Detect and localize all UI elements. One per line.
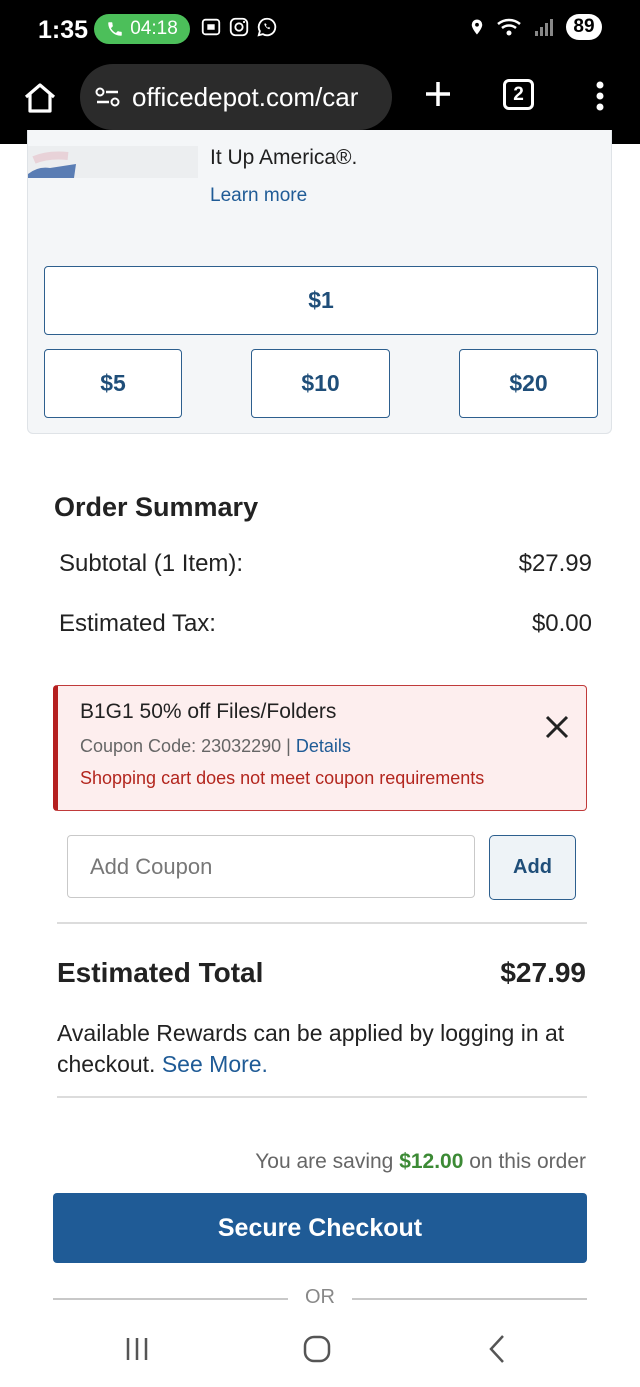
new-tab-icon[interactable] — [418, 74, 458, 114]
url-text: officedepot.com/car — [132, 81, 359, 112]
saving-amount: $12.00 — [399, 1150, 464, 1173]
phone-icon — [108, 22, 122, 36]
coupon-input[interactable] — [67, 835, 475, 898]
tax-value: $0.00 — [531, 610, 592, 637]
battery-indicator: 89 — [566, 14, 602, 40]
or-separator: OR — [53, 1286, 587, 1310]
coupon-details-link[interactable]: Details — [296, 736, 351, 756]
coupon-error-alert: B1G1 50% off Files/Folders Coupon Code: … — [53, 685, 587, 811]
rewards-note: Available Rewards can be applied by logg… — [57, 1018, 587, 1080]
see-more-link[interactable]: See More. — [162, 1051, 268, 1077]
donation-card: It Up America®. Learn more $1 $5 $10 $20 — [27, 130, 612, 434]
divider — [57, 1096, 587, 1098]
wifi-icon — [497, 18, 521, 36]
estimated-total-label: Estimated Total — [57, 957, 264, 988]
site-settings-icon[interactable] — [94, 85, 122, 109]
back-icon[interactable] — [483, 1332, 513, 1366]
home-icon[interactable] — [22, 80, 58, 116]
close-icon[interactable] — [542, 712, 572, 742]
coupon-code: Coupon Code: 23032290 | Details — [80, 736, 351, 757]
saving-suffix: on this order — [463, 1150, 586, 1173]
subtotal-value: $27.99 — [518, 550, 592, 577]
status-time: 1:35 — [38, 16, 89, 44]
or-line-right — [352, 1298, 587, 1300]
more-menu-icon[interactable] — [585, 76, 615, 116]
subtotal-label: Subtotal (1 Item): — [59, 550, 244, 577]
notification-icons — [200, 16, 278, 38]
donate-1-button[interactable]: $1 — [44, 266, 598, 335]
savings-note: You are saving $12.00 on this order — [255, 1150, 586, 1174]
instagram-icon — [229, 17, 249, 37]
estimated-total-value: $27.99 — [500, 957, 586, 988]
order-summary-title: Order Summary — [54, 492, 259, 522]
location-icon — [471, 19, 483, 35]
divider — [57, 922, 587, 924]
donation-description: It Up America®. — [210, 146, 358, 169]
status-bar: 1:35 04:18 89 — [0, 0, 640, 60]
tab-switcher-button[interactable]: 2 — [503, 79, 534, 110]
signal-icon — [535, 19, 553, 36]
recent-apps-icon[interactable] — [122, 1334, 152, 1364]
url-bar[interactable]: officedepot.com/car — [80, 64, 392, 130]
donate-20-button[interactable]: $20 — [459, 349, 598, 418]
whatsapp-icon — [257, 17, 277, 37]
add-coupon-button[interactable]: Add — [489, 835, 576, 900]
saving-prefix: You are saving — [255, 1150, 400, 1173]
screenshot-icon — [201, 18, 221, 36]
system-icons: 89 — [468, 14, 602, 40]
secure-checkout-button[interactable]: Secure Checkout — [53, 1193, 587, 1263]
call-timer: 04:18 — [130, 18, 178, 39]
home-nav-icon[interactable] — [302, 1334, 332, 1364]
coupon-name: B1G1 50% off Files/Folders — [80, 700, 337, 723]
coupon-error-message: Shopping cart does not meet coupon requi… — [80, 768, 485, 788]
call-indicator[interactable]: 04:18 — [94, 14, 190, 44]
system-nav-bar — [0, 1316, 640, 1387]
tax-label: Estimated Tax: — [59, 610, 216, 637]
coupon-code-text: Coupon Code: 23032290 | — [80, 736, 296, 756]
learn-more-link[interactable]: Learn more — [210, 185, 307, 207]
donate-10-button[interactable]: $10 — [251, 349, 390, 418]
donate-5-button[interactable]: $5 — [44, 349, 182, 418]
rewards-text: Available Rewards can be applied by logg… — [57, 1020, 565, 1077]
donation-image — [28, 146, 198, 178]
